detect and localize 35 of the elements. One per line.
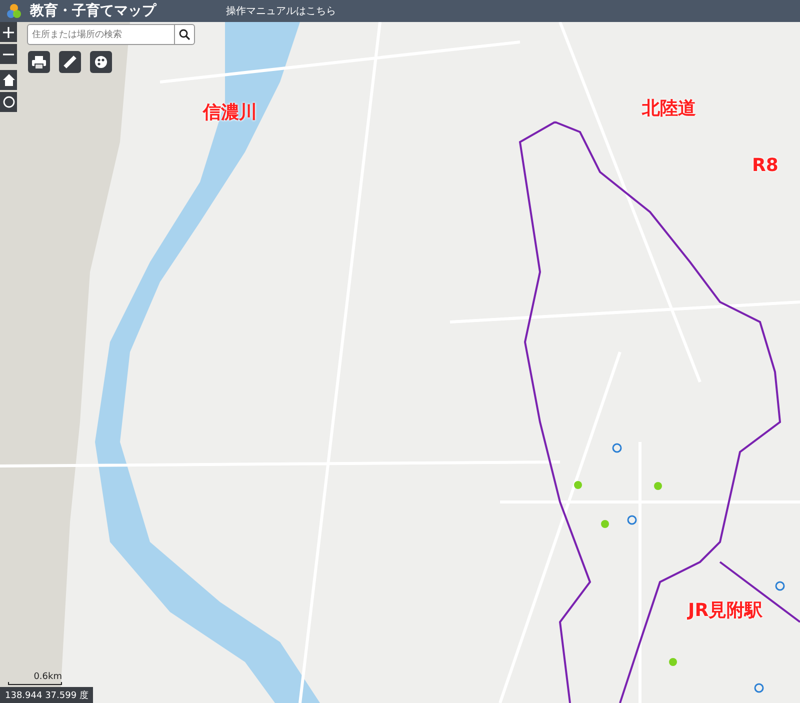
measure-button[interactable] (59, 51, 81, 73)
palette-icon (94, 55, 108, 69)
printer-icon (32, 56, 46, 68)
map-annotation: R8 (752, 155, 778, 176)
map-marker[interactable] (654, 482, 662, 490)
minus-icon (3, 52, 14, 56)
logo-icon (6, 3, 22, 19)
map-marker[interactable] (754, 683, 764, 693)
coordinates-readout: 138.944 37.599 度 (0, 687, 94, 703)
map-annotation: 信濃川 (203, 101, 257, 124)
home-button[interactable] (0, 70, 17, 90)
manual-link[interactable]: 操作マニュアルはこちら (226, 4, 336, 18)
map-marker[interactable] (627, 515, 637, 525)
search-button[interactable] (175, 24, 195, 45)
scale-label: 0.6km (34, 672, 62, 682)
plus-icon (3, 26, 14, 38)
map-marker[interactable] (775, 581, 785, 591)
search-field[interactable]: 住所または場所の検索 (27, 24, 175, 45)
app-title: 教育・子育てマップ (30, 2, 156, 20)
zoom-out-button[interactable] (0, 44, 17, 64)
home-icon (2, 74, 14, 86)
map-annotation: JR見附駅 (688, 599, 763, 622)
locate-icon (2, 96, 14, 108)
print-button[interactable] (28, 51, 50, 73)
draw-button[interactable] (90, 51, 112, 73)
ruler-icon (63, 55, 77, 69)
map-marker[interactable] (612, 443, 622, 453)
map-marker[interactable] (574, 481, 582, 489)
search-icon (179, 29, 190, 40)
zoom-in-button[interactable] (0, 22, 17, 42)
locate-button[interactable] (0, 92, 17, 112)
map-marker[interactable] (601, 520, 609, 528)
scale-bar (8, 682, 62, 685)
map-marker[interactable] (669, 658, 677, 666)
map-annotation: 北陸道 (642, 97, 696, 120)
